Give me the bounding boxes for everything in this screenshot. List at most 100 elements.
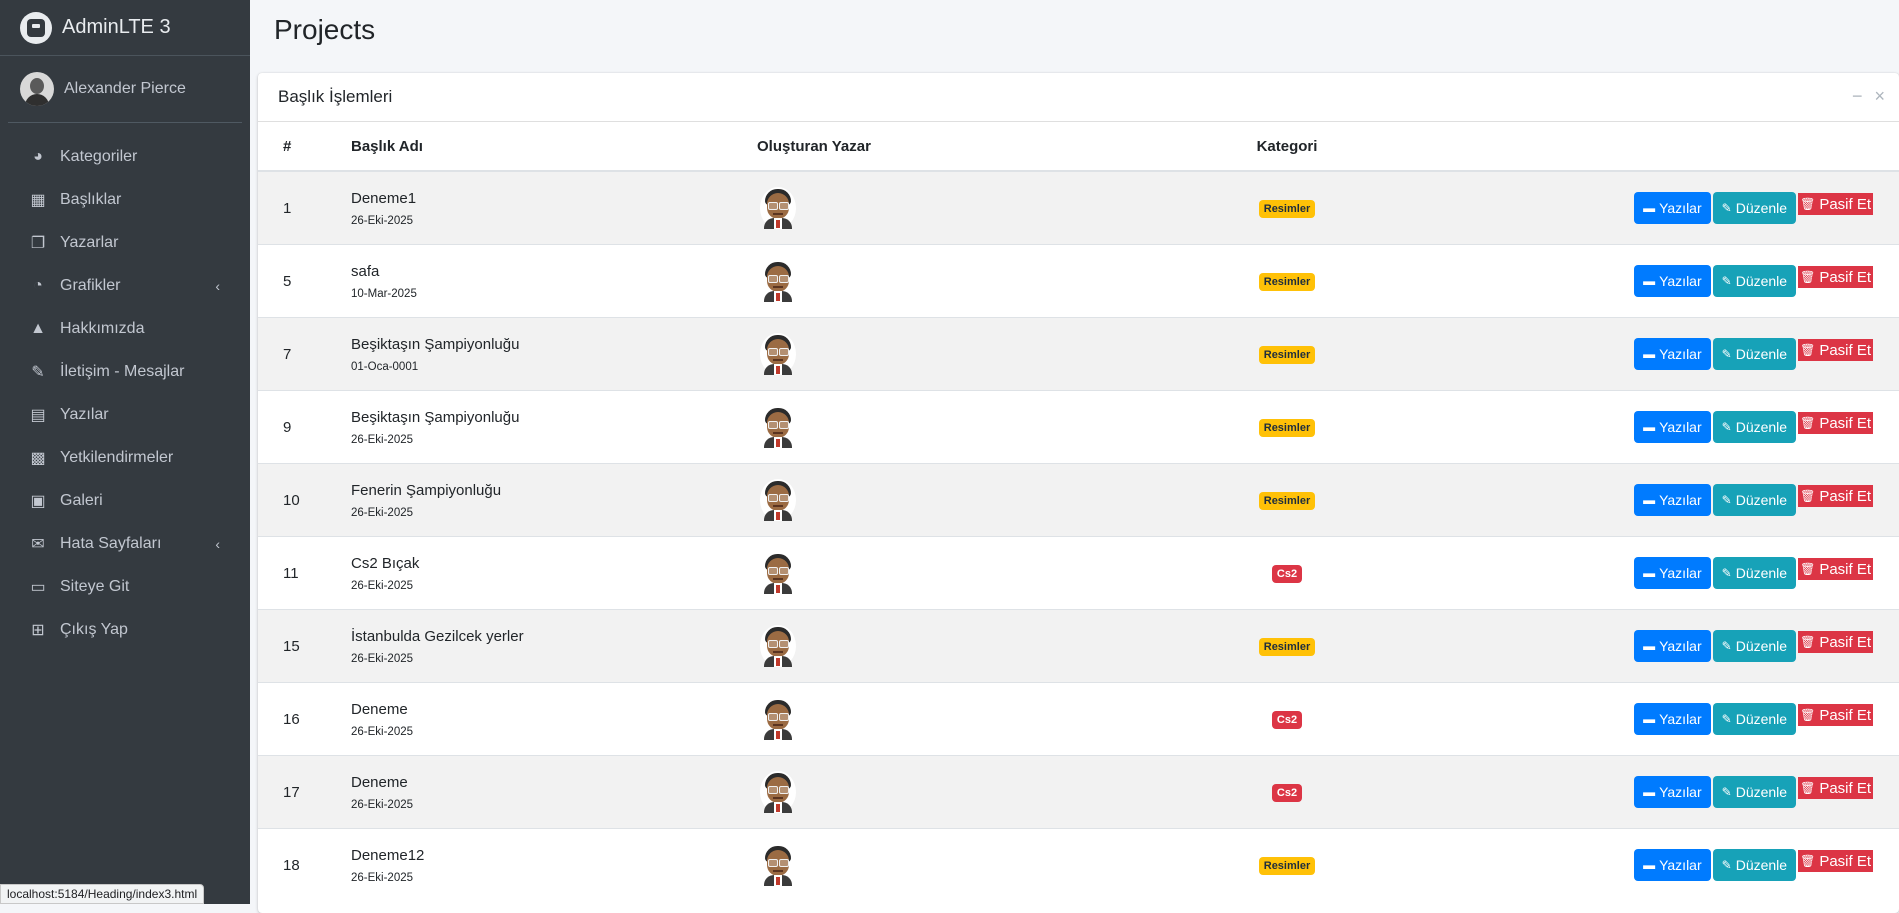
sidebar-item-plus-square[interactable]: ⊞ Çıkış Yap [8,608,242,651]
folder-icon: ▬ [1643,858,1656,872]
deactivate-button[interactable]: 🗑 Pasif Et [1798,558,1873,580]
folder-icon: ▬ [1643,639,1656,653]
posts-button[interactable]: ▬ Yazılar [1634,630,1711,662]
edit-button[interactable]: ✎ Düzenle [1712,630,1797,662]
deactivate-button-label: Pasif Et [1819,633,1871,651]
plus-square-icon: ⊞ [31,621,45,639]
close-icon[interactable]: × [1874,87,1885,105]
table-row: 17 Deneme 26-Eki-2025 Cs2 ▬ Yazılar ✎ Düzenle 🗑 P… [258,755,1899,829]
row-actions: ▬ Yazılar ✎ Düzenle 🗑 Pasif Et [1362,536,1899,610]
posts-button-label: Yazılar [1659,492,1702,508]
author-avatar [760,552,796,594]
pencil-icon: ✎ [1721,274,1732,288]
tachometer-icon: ◕ [33,147,43,165]
column-header-author: Oluşturan Yazar [757,122,1212,172]
deactivate-button[interactable]: 🗑 Pasif Et [1798,266,1873,288]
deactivate-button[interactable]: 🗑 Pasif Et [1798,704,1873,726]
user-name[interactable]: Alexander Pierce [64,80,186,98]
deactivate-button[interactable]: 🗑 Pasif Et [1798,850,1873,872]
edit-button[interactable]: ✎ Düzenle [1712,776,1797,808]
deactivate-button[interactable]: 🗑 Pasif Et [1798,777,1873,799]
file-icon: ▭ [30,578,46,596]
category-badge: Resimler [1258,345,1316,364]
row-id: 1 [258,170,351,245]
pencil-icon: ✎ [1721,858,1732,872]
sidebar-item-file[interactable]: ▭ Siteye Git [8,565,242,608]
deactivate-button-label: Pasif Et [1819,195,1871,213]
posts-button-label: Yazılar [1659,419,1702,435]
edit-button[interactable]: ✎ Düzenle [1712,411,1797,443]
user-panel[interactable]: Alexander Pierce [8,56,242,123]
sidebar-item-tree[interactable]: ▲ Hakkımızda [8,307,242,350]
trash-icon: 🗑 [1800,562,1816,576]
sidebar-item-grid[interactable]: ▦ Başlıklar [8,178,242,221]
edit-button[interactable]: ✎ Düzenle [1712,849,1797,881]
column-header-category: Kategori [1212,122,1362,172]
sidebar-item-label: Hata Sayfaları [60,534,162,552]
posts-button[interactable]: ▬ Yazılar [1634,484,1711,516]
posts-button[interactable]: ▬ Yazılar [1634,265,1711,297]
minimize-icon[interactable]: − [1852,87,1863,105]
posts-button[interactable]: ▬ Yazılar [1634,338,1711,370]
deactivate-button[interactable]: 🗑 Pasif Et [1798,339,1873,361]
column-header-actions [1362,122,1899,172]
edit-button[interactable]: ✎ Düzenle [1712,192,1797,224]
pencil-icon: ✎ [1721,639,1732,653]
sidebar-item-tachometer[interactable]: ◕ Kategoriler [8,135,242,178]
author-avatar [760,771,796,813]
row-author-cell [757,317,1212,391]
sidebar-item-label: Grafikler [60,276,121,294]
posts-button[interactable]: ▬ Yazılar [1634,703,1711,735]
sidebar-nav: ◕ Kategoriler ▦ Başlıklar ❐ Yazarlar ◔ Grafikle… [0,123,250,651]
deactivate-button[interactable]: 🗑 Pasif Et [1798,485,1873,507]
edit-button[interactable]: ✎ Düzenle [1712,557,1797,589]
sidebar-item-edit[interactable]: ✎ İletişim - Mesajlar [8,350,242,393]
edit-button[interactable]: ✎ Düzenle [1712,265,1797,297]
sidebar-item-table[interactable]: ▤ Yazılar [8,393,242,436]
chevron-left-icon: ‹ [215,535,220,552]
row-id: 5 [258,244,351,318]
row-title-cell: Cs2 Bıçak 26-Eki-2025 [351,536,757,610]
row-date: 01-Oca-0001 [351,360,419,373]
deactivate-button[interactable]: 🗑 Pasif Et [1798,193,1873,215]
sidebar-item-pie-chart[interactable]: ◔ Grafikler ‹ [8,264,242,307]
sidebar-item-envelope[interactable]: ✉ Hata Sayfaları ‹ [8,522,242,565]
table-row: 15 İstanbulda Gezilcek yerler 26-Eki-2025 R… [258,609,1899,683]
deactivate-button-label: Pasif Et [1819,414,1871,432]
row-category-cell: Resimler [1212,244,1362,318]
row-category-cell: Resimler [1212,828,1362,901]
posts-button[interactable]: ▬ Yazılar [1634,192,1711,224]
category-badge: Cs2 [1271,710,1303,729]
row-title-cell: Deneme1 26-Eki-2025 [351,170,757,245]
row-id: 10 [258,463,351,537]
deactivate-button-label: Pasif Et [1819,487,1871,505]
brand-link[interactable]: AdminLTE 3 [0,0,250,56]
edit-button[interactable]: ✎ Düzenle [1712,484,1797,516]
row-actions: ▬ Yazılar ✎ Düzenle 🗑 Pasif Et [1362,170,1899,245]
table-row: 16 Deneme 26-Eki-2025 Cs2 ▬ Yazılar ✎ Düzenle 🗑 P… [258,682,1899,756]
posts-button[interactable]: ▬ Yazılar [1634,411,1711,443]
posts-button[interactable]: ▬ Yazılar [1634,776,1711,808]
row-author-cell [757,682,1212,756]
table-row: 18 Deneme12 26-Eki-2025 Resimler ▬ Yazılar ✎ Dü… [258,828,1899,901]
deactivate-button-label: Pasif Et [1819,706,1871,724]
row-title-cell: İstanbulda Gezilcek yerler 26-Eki-2025 [351,609,757,683]
trash-icon: 🗑 [1800,489,1816,503]
deactivate-button[interactable]: 🗑 Pasif Et [1798,412,1873,434]
row-title: Deneme12 [351,846,425,864]
category-badge: Resimler [1258,637,1316,656]
sidebar-item-image[interactable]: ▣ Galeri [8,479,242,522]
sidebar-item-copy[interactable]: ❐ Yazarlar [8,221,242,264]
author-avatar [760,625,796,667]
posts-button[interactable]: ▬ Yazılar [1634,557,1711,589]
row-actions: ▬ Yazılar ✎ Düzenle 🗑 Pasif Et [1362,390,1899,464]
sidebar-item-calendar[interactable]: ▩ Yetkilendirmeler [8,436,242,479]
trash-icon: 🗑 [1800,635,1816,649]
posts-button[interactable]: ▬ Yazılar [1634,849,1711,881]
edit-button[interactable]: ✎ Düzenle [1712,703,1797,735]
table-row: 7 Beşiktaşın Şampiyonluğu 01-Oca-0001 Resim… [258,317,1899,391]
table-row: 11 Cs2 Bıçak 26-Eki-2025 Cs2 ▬ Yazılar ✎ Düzenl… [258,536,1899,610]
edit-button[interactable]: ✎ Düzenle [1712,338,1797,370]
deactivate-button[interactable]: 🗑 Pasif Et [1798,631,1873,653]
posts-button-label: Yazılar [1659,346,1702,362]
